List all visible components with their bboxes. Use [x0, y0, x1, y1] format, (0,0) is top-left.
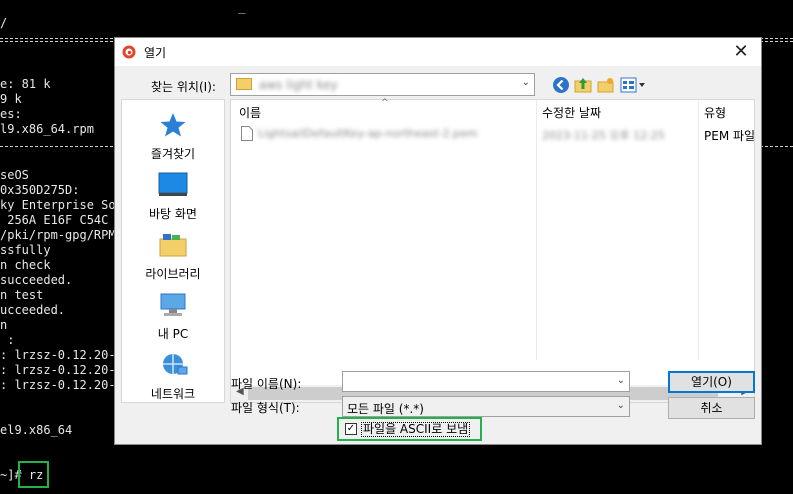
terminal-line: ssfully	[0, 243, 51, 257]
filename-label: 파일 이름(N):	[231, 377, 302, 391]
file-list: 이름 ^ 수정한 날짜 유형 LightsailDefaultKey-ap-no…	[230, 98, 756, 403]
column-header-modified[interactable]: 수정한 날짜	[542, 104, 601, 121]
terminal-line: :	[0, 333, 15, 347]
library-icon	[159, 234, 187, 257]
up-folder-icon[interactable]	[574, 76, 592, 94]
place-label: 네트워크	[150, 387, 196, 401]
terminal-line: el9.x86_64	[0, 423, 73, 437]
terminal-line: n check	[0, 258, 51, 272]
terminal-line: /pki/rpm-gpg/RPM-	[0, 228, 123, 242]
terminal-line: ky Enterprise Sof	[0, 198, 123, 212]
chevron-down-icon[interactable]: ⌄	[617, 375, 625, 386]
app-shell-icon	[122, 45, 136, 59]
chevron-down-icon: ⌄	[521, 77, 530, 88]
file-modified: 2023-11-25 오후 12:25	[542, 129, 665, 142]
look-in-label: 찾는 위치(I):	[151, 80, 216, 94]
terminal-line: seOS	[0, 168, 29, 182]
file-type: PEM 파일	[704, 129, 756, 143]
place-label: 내 PC	[157, 327, 189, 341]
place-this-pc[interactable]: 내 PC	[122, 292, 224, 342]
place-libraries[interactable]: 라이브러리	[122, 232, 224, 282]
place-desktop[interactable]: 바탕 화면	[122, 172, 224, 222]
file-row[interactable]: LightsailDefaultKey-ap-northeast-2.pem 2…	[231, 124, 756, 144]
terminal-line: n test	[0, 288, 44, 302]
ascii-checkbox-label[interactable]: 파일을 ASCII로 보냄	[361, 422, 471, 437]
chevron-down-icon[interactable]: ⌄	[617, 400, 625, 411]
terminal-line: e: 81 k	[0, 77, 51, 91]
file-icon	[241, 126, 253, 141]
ascii-checkbox[interactable]: ✓	[345, 423, 357, 435]
terminal-line: 256A E16F C54C 6	[0, 213, 123, 227]
file-name: LightsailDefaultKey-ap-northeast-2.pem	[258, 127, 478, 140]
computer-icon	[160, 293, 186, 316]
places-sidebar: 즐겨찾기 바탕 화면 라이브러리 내 PC 네트워크	[121, 99, 225, 403]
sort-ascending-icon: ^	[381, 98, 389, 108]
filetype-label: 파일 형식(T):	[231, 401, 300, 415]
folder-icon	[236, 78, 252, 90]
terminal-line: 9 k	[0, 92, 22, 106]
terminal-line: : lrzsz-0.12.20-	[0, 348, 116, 362]
desktop-icon	[158, 172, 188, 196]
terminal-line: succeeded.	[0, 273, 73, 287]
dialog-title: 열기	[144, 46, 167, 60]
back-icon[interactable]	[552, 76, 570, 94]
column-header-type[interactable]: 유형	[704, 104, 726, 121]
terminal-line: /	[0, 16, 8, 30]
terminal-line: : lrzsz-0.12.20-	[0, 363, 116, 377]
look-in-dropdown[interactable]: aws light key ⌄	[230, 73, 535, 96]
filetype-value: 모든 파일 (*.*)	[347, 402, 424, 416]
filetype-select[interactable]: 모든 파일 (*.*) ⌄	[342, 396, 630, 417]
network-icon	[163, 354, 188, 375]
place-network[interactable]: 네트워크	[122, 352, 224, 402]
terminal-line: n	[0, 318, 8, 332]
look-in-value: aws light key	[259, 78, 338, 92]
open-button[interactable]: 열기(O)	[668, 371, 755, 393]
cancel-button[interactable]: 취소	[668, 397, 755, 419]
star-icon	[160, 113, 186, 137]
view-menu-icon[interactable]	[620, 76, 646, 94]
place-favorites[interactable]: 즐겨찾기	[122, 112, 224, 162]
new-folder-icon[interactable]	[597, 76, 615, 94]
filename-input[interactable]: ⌄	[342, 371, 630, 392]
terminal-line: l9.x86_64.rpm	[0, 122, 94, 136]
terminal-line: : lrzsz-0.12.20-	[0, 378, 116, 392]
place-label: 즐겨찾기	[150, 147, 196, 161]
terminal-line: 0x350D275D:	[0, 183, 80, 197]
terminal-line: _	[0, 0, 246, 14]
place-label: 바탕 화면	[149, 207, 197, 221]
open-file-dialog: 열기 ✕ 찾는 위치(I): aws light key ⌄ 즐겨찾기 바탕 화…	[114, 37, 762, 445]
close-icon[interactable]: ✕	[729, 41, 753, 63]
column-header-name[interactable]: 이름	[239, 104, 261, 121]
ascii-option-highlight: ✓ 파일을 ASCII로 보냄	[337, 417, 482, 441]
terminal-line: es:	[0, 107, 22, 121]
dialog-titlebar: 열기 ✕	[115, 38, 761, 66]
terminal-line: ucceeded.	[0, 303, 66, 317]
place-label: 라이브러리	[145, 267, 201, 281]
rz-command-highlight	[18, 461, 49, 488]
